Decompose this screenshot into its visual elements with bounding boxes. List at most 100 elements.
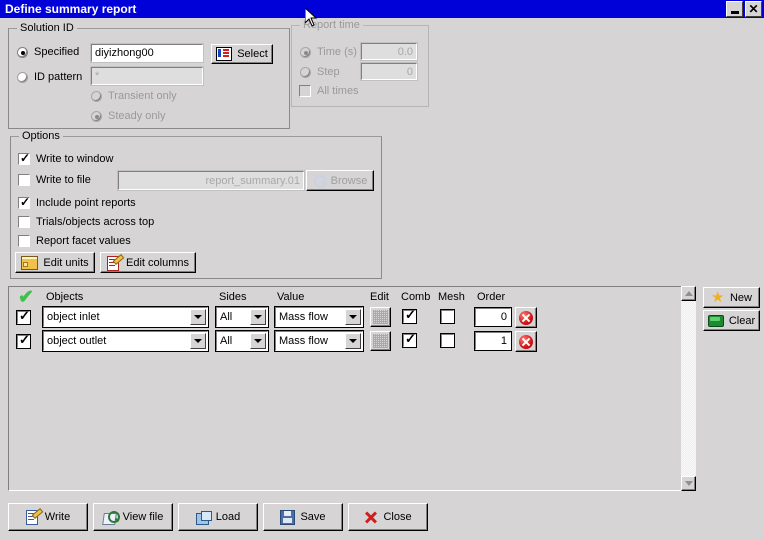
steady-only-label: Steady only bbox=[108, 110, 166, 122]
time-radio-row: Time (s) bbox=[300, 46, 357, 58]
chevron-down-icon[interactable] bbox=[190, 309, 206, 325]
grid-header-sides: Sides bbox=[219, 291, 247, 303]
view-file-button[interactable]: View file bbox=[93, 503, 173, 531]
view-file-icon bbox=[101, 510, 120, 525]
order-input[interactable]: 0 bbox=[474, 307, 512, 327]
output-file-input: report_summary.01 bbox=[117, 170, 305, 191]
browse-button-label: Browse bbox=[330, 174, 368, 187]
delete-row-button[interactable] bbox=[515, 307, 537, 328]
transient-only-radio-row: Transient only bbox=[91, 90, 177, 102]
write-to-file-row[interactable]: Write to file bbox=[17, 173, 91, 187]
step-label: Step bbox=[317, 66, 340, 78]
load-button[interactable]: Load bbox=[178, 503, 258, 531]
step-radio-row: Step bbox=[300, 66, 340, 78]
object-combo[interactable]: object outlet bbox=[42, 330, 209, 352]
load-icon bbox=[195, 510, 212, 525]
value-combo-value: Mass flow bbox=[279, 311, 328, 323]
order-input[interactable]: 1 bbox=[474, 331, 512, 351]
edit-units-button-label: Edit units bbox=[43, 256, 89, 269]
save-button-label: Save bbox=[300, 511, 326, 523]
close-button[interactable]: ✕ bbox=[745, 1, 762, 17]
value-combo[interactable]: Mass flow bbox=[274, 306, 364, 328]
report-facet-values-row[interactable]: Report facet values bbox=[17, 234, 131, 248]
delete-row-button[interactable] bbox=[515, 331, 537, 352]
edit-cell-button[interactable] bbox=[370, 307, 391, 327]
browse-icon bbox=[313, 174, 327, 188]
table-row[interactable]: ✓ bbox=[16, 309, 31, 325]
scroll-up-button[interactable] bbox=[681, 286, 696, 301]
specified-radio-row[interactable]: Specified bbox=[17, 46, 79, 58]
object-combo-value: object inlet bbox=[47, 311, 100, 323]
select-button-label: Select bbox=[237, 48, 268, 60]
trials-objects-row[interactable]: Trials/objects across top bbox=[17, 215, 154, 229]
report-facet-values-checkbox[interactable] bbox=[17, 234, 31, 248]
close-button-label: Close bbox=[383, 511, 412, 523]
sides-combo[interactable]: All bbox=[215, 330, 269, 352]
write-to-window-row[interactable]: ✓ Write to window bbox=[17, 152, 114, 166]
grid-header-edit: Edit bbox=[370, 291, 389, 303]
object-combo[interactable]: object inlet bbox=[42, 306, 209, 328]
sides-combo[interactable]: All bbox=[215, 306, 269, 328]
mesh-checkbox[interactable] bbox=[440, 333, 455, 348]
close-dialog-button[interactable]: Close bbox=[348, 503, 428, 531]
time-label: Time (s) bbox=[317, 46, 357, 58]
step-radio bbox=[300, 66, 311, 78]
scroll-down-button[interactable] bbox=[681, 476, 696, 491]
specified-radio[interactable] bbox=[17, 46, 28, 58]
minimize-button[interactable] bbox=[726, 1, 743, 17]
value-combo[interactable]: Mass flow bbox=[274, 330, 364, 352]
specified-input[interactable]: diyizhong00 bbox=[90, 43, 204, 63]
write-to-window-checkbox[interactable]: ✓ bbox=[17, 152, 31, 166]
include-point-reports-checkbox[interactable]: ✓ bbox=[17, 196, 31, 210]
write-to-file-checkbox[interactable] bbox=[17, 173, 31, 187]
write-to-window-label: Write to window bbox=[36, 153, 114, 165]
comb-checkbox[interactable]: ✓ bbox=[402, 332, 417, 348]
units-icon bbox=[21, 255, 39, 270]
id-pattern-radio[interactable] bbox=[17, 71, 28, 83]
time-input: 0.0 bbox=[360, 42, 418, 61]
edit-cell-icon bbox=[373, 334, 388, 348]
include-point-reports-row[interactable]: ✓ Include point reports bbox=[17, 196, 136, 210]
window-titlebar: Define summary report ✕ bbox=[0, 0, 764, 18]
chevron-down-icon[interactable] bbox=[190, 333, 206, 349]
trials-objects-checkbox[interactable] bbox=[17, 215, 31, 229]
edit-cell-button[interactable] bbox=[370, 331, 391, 351]
clear-button[interactable]: Clear bbox=[703, 310, 760, 331]
time-radio bbox=[300, 46, 311, 58]
solution-id-group-title: Solution ID bbox=[17, 22, 77, 34]
grid-header-mesh: Mesh bbox=[438, 291, 465, 303]
all-times-row: All times bbox=[298, 84, 359, 98]
close-x-icon bbox=[364, 510, 378, 524]
save-button[interactable]: Save bbox=[263, 503, 343, 531]
save-icon bbox=[280, 509, 296, 525]
browse-button: Browse bbox=[306, 170, 374, 191]
edit-units-button[interactable]: Edit units bbox=[15, 252, 95, 273]
grid-header-order: Order bbox=[477, 291, 506, 303]
table-row[interactable]: ✓ bbox=[16, 333, 31, 349]
id-pattern-radio-row[interactable]: ID pattern bbox=[17, 71, 82, 83]
window-controls: ✕ bbox=[726, 1, 762, 17]
specified-label: Specified bbox=[34, 46, 80, 58]
write-to-file-label: Write to file bbox=[36, 174, 91, 186]
write-button[interactable]: Write bbox=[8, 503, 88, 531]
step-input: 0 bbox=[360, 62, 418, 81]
comb-checkbox[interactable]: ✓ bbox=[402, 308, 417, 324]
id-pattern-input[interactable]: * bbox=[90, 66, 204, 86]
sides-combo-value: All bbox=[220, 311, 233, 323]
chevron-down-icon[interactable] bbox=[345, 333, 361, 349]
options-group-title: Options bbox=[19, 130, 63, 142]
chevron-down-icon[interactable] bbox=[250, 309, 266, 325]
grid-header-objects: Objects bbox=[46, 291, 84, 303]
chevron-up-icon bbox=[684, 291, 693, 296]
value-combo-value: Mass flow bbox=[279, 335, 328, 347]
edit-columns-button[interactable]: Edit columns bbox=[100, 252, 196, 273]
new-button[interactable]: ★ New bbox=[703, 287, 760, 308]
chevron-down-icon[interactable] bbox=[250, 333, 266, 349]
mesh-checkbox[interactable] bbox=[440, 309, 455, 324]
grid-scrollbar[interactable] bbox=[681, 286, 696, 491]
select-button[interactable]: Select bbox=[211, 44, 273, 64]
clear-icon bbox=[707, 314, 724, 327]
chevron-down-icon[interactable] bbox=[345, 309, 361, 325]
edit-columns-button-label: Edit columns bbox=[126, 256, 189, 269]
select-all-check-icon[interactable]: ✔ bbox=[18, 288, 34, 307]
